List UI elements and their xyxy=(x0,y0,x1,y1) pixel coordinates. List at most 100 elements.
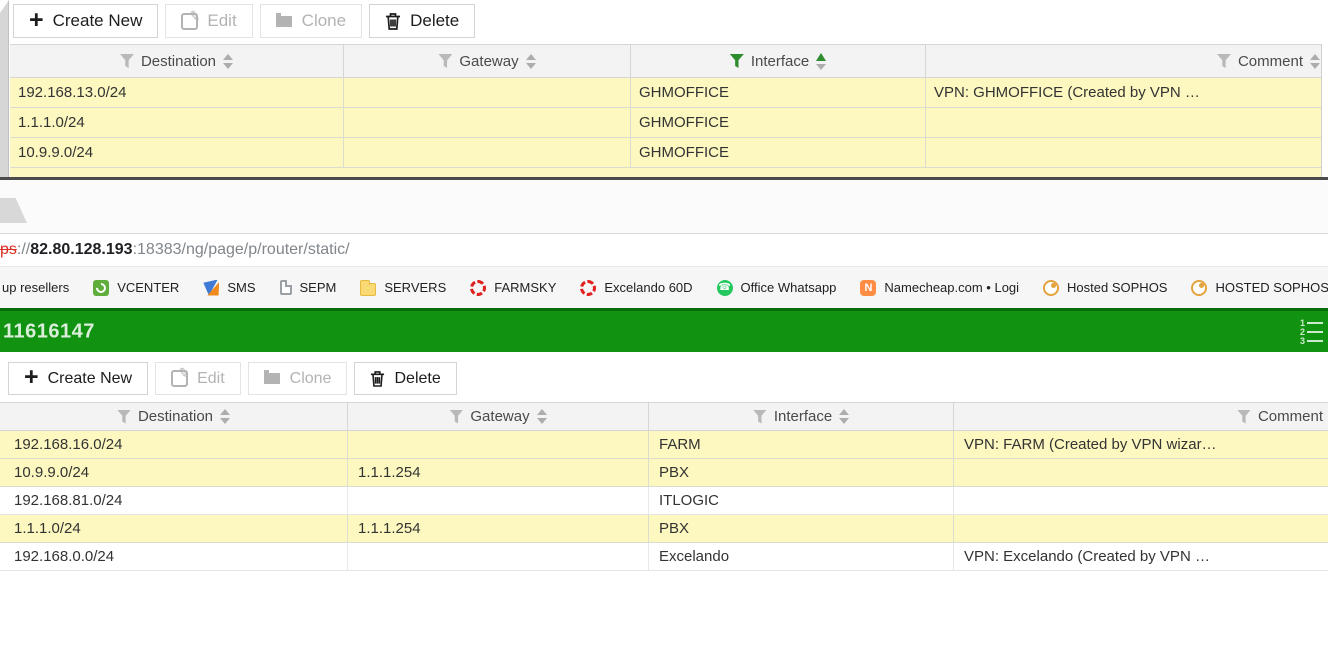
device-serial: 11616147 xyxy=(3,320,95,342)
edit-icon xyxy=(181,12,199,30)
table-header-main: Destination Gateway Interface Comment xyxy=(0,402,1328,431)
sms-icon xyxy=(203,280,219,296)
column-header-gateway[interactable]: Gateway xyxy=(347,403,648,430)
toolbar-main: Create New Edit Clone Delete xyxy=(8,362,457,395)
bookmark-label: Hosted SOPHOS xyxy=(1067,280,1168,295)
sort-icons xyxy=(223,53,234,69)
screen: Create New Edit Clone Delete Destination xyxy=(0,0,1328,649)
scrollbar-thumb[interactable] xyxy=(0,198,27,223)
cell-destination: 192.168.16.0/24 xyxy=(14,436,123,453)
cell-gateway: 1.1.1.254 xyxy=(347,459,648,486)
bookmark-label: SMS xyxy=(227,280,256,295)
trash-icon xyxy=(386,13,401,30)
edit-button: Edit xyxy=(165,4,253,38)
bookmark-hosted-sophos-mail[interactable]: HOSTED SOPHOS Mail xyxy=(1191,279,1328,296)
filter-icon[interactable] xyxy=(752,409,767,424)
bookmark-servers[interactable]: SERVERS xyxy=(360,279,446,296)
cell-gateway xyxy=(343,108,630,137)
bookmark-label: FARMSKY xyxy=(494,280,557,295)
cell-interface: ITLOGIC xyxy=(648,487,953,514)
page-icon xyxy=(279,280,292,295)
url-separator: :// xyxy=(16,241,31,258)
cell-interface: GHMOFFICE xyxy=(630,108,925,137)
cell-gateway xyxy=(347,543,648,570)
column-header-comment[interactable]: Comment xyxy=(925,45,1328,77)
bookmark-label: Office Whatsapp xyxy=(740,280,837,295)
delete-label: Delete xyxy=(394,369,441,387)
plus-icon xyxy=(29,13,44,30)
column-header-destination[interactable]: Destination xyxy=(10,45,343,77)
column-header-destination[interactable]: Destination xyxy=(0,403,347,430)
filter-icon[interactable] xyxy=(1236,409,1251,424)
cell-destination: 1.1.1.0/24 xyxy=(14,520,81,537)
address-bar[interactable]: ps://82.80.128.193:18383/ng/page/p/route… xyxy=(0,234,1328,266)
cell-comment xyxy=(953,515,1328,542)
bookmark-namecheap[interactable]: Namecheap.com • Logi xyxy=(860,279,1019,296)
filter-icon[interactable] xyxy=(438,54,453,68)
column-header-gateway[interactable]: Gateway xyxy=(343,45,630,77)
table-scrollbar-gutter[interactable] xyxy=(1321,44,1328,177)
column-header-interface[interactable]: Interface xyxy=(630,45,925,77)
cell-destination: 192.168.0.0/24 xyxy=(14,548,115,565)
table-row[interactable]: 1.1.1.0/24 1.1.1.254 PBX xyxy=(0,515,1328,543)
bookmark-farmsky[interactable]: FARMSKY xyxy=(470,279,557,296)
column-label: Comment xyxy=(1237,52,1303,70)
table-header-top: Destination Gateway Interface Comment xyxy=(10,44,1328,78)
routes-table-top: Destination Gateway Interface Comment 19… xyxy=(10,44,1328,177)
numbered-list-icon[interactable] xyxy=(1300,318,1328,345)
cell-comment xyxy=(953,487,1328,514)
sort-icons xyxy=(525,53,536,69)
bookmark-vcenter[interactable]: VCENTER xyxy=(93,279,180,296)
cell-comment: VPN: FARM (Created by VPN wizar… xyxy=(953,431,1328,458)
create-new-button[interactable]: Create New xyxy=(8,362,149,395)
bookmark-sms[interactable]: SMS xyxy=(203,280,255,296)
toolbar-top: Create New Edit Clone Delete xyxy=(13,4,476,38)
edit-label: Edit xyxy=(197,369,225,387)
fortinet-icon xyxy=(580,279,597,296)
table-row[interactable]: 192.168.16.0/24 FARM VPN: FARM (Created … xyxy=(0,431,1328,459)
edit-label: Edit xyxy=(207,11,237,30)
sort-icons xyxy=(839,409,850,424)
bookmark-excelando-60d[interactable]: Excelando 60D xyxy=(580,279,693,296)
url-host: 82.80.128.193 xyxy=(30,241,133,258)
bookmark-label: VCENTER xyxy=(117,280,180,295)
create-new-button[interactable]: Create New xyxy=(13,4,159,38)
filter-icon-active[interactable] xyxy=(729,54,744,68)
column-header-comment[interactable]: Comment xyxy=(953,403,1328,430)
bookmark-label: Excelando 60D xyxy=(604,280,693,295)
sort-icons xyxy=(220,409,231,424)
column-header-interface[interactable]: Interface xyxy=(648,403,953,430)
filter-icon[interactable] xyxy=(449,409,464,424)
device-banner: 11616147 xyxy=(0,308,1328,352)
filter-icon[interactable] xyxy=(116,409,131,424)
edit-button: Edit xyxy=(155,362,241,395)
column-label: Gateway xyxy=(459,52,519,70)
bookmark-sepm[interactable]: SEPM xyxy=(279,280,336,295)
edit-icon xyxy=(171,370,189,387)
bookmark-up-resellers[interactable]: up resellers xyxy=(2,280,69,295)
delete-button[interactable]: Delete xyxy=(354,362,457,395)
bookmark-label: up resellers xyxy=(2,280,70,295)
table-row[interactable]: 1.1.1.0/24 GHMOFFICE xyxy=(10,108,1328,138)
folder-icon xyxy=(360,279,377,296)
static-routes-fragment-top: Create New Edit Clone Delete Destination xyxy=(0,0,1328,180)
table-row[interactable]: 10.9.9.0/24 GHMOFFICE xyxy=(10,138,1328,168)
filter-icon[interactable] xyxy=(1216,54,1231,68)
filter-icon[interactable] xyxy=(119,54,134,68)
clone-button: Clone xyxy=(247,362,348,395)
table-row[interactable]: 192.168.81.0/24 ITLOGIC xyxy=(0,487,1328,515)
column-label: Comment xyxy=(1257,408,1323,425)
bookmark-office-whatsapp[interactable]: Office Whatsapp xyxy=(716,279,837,296)
delete-button[interactable]: Delete xyxy=(369,4,476,38)
bookmark-hosted-sophos[interactable]: Hosted SOPHOS xyxy=(1043,279,1168,296)
sort-icons xyxy=(1310,53,1320,69)
cell-destination: 1.1.1.0/24 xyxy=(18,114,85,131)
table-row[interactable]: 10.9.9.0/24 1.1.1.254 PBX xyxy=(0,459,1328,487)
cell-comment xyxy=(953,459,1328,486)
table-row[interactable]: 192.168.0.0/24 Excelando VPN: Excelando … xyxy=(0,543,1328,571)
create-new-label: Create New xyxy=(52,11,143,30)
table-row[interactable]: 192.168.13.0/24 GHMOFFICE VPN: GHMOFFICE… xyxy=(10,78,1328,108)
cell-interface: PBX xyxy=(648,459,953,486)
vertical-scrollbar[interactable] xyxy=(0,0,9,177)
plus-icon xyxy=(24,370,39,387)
